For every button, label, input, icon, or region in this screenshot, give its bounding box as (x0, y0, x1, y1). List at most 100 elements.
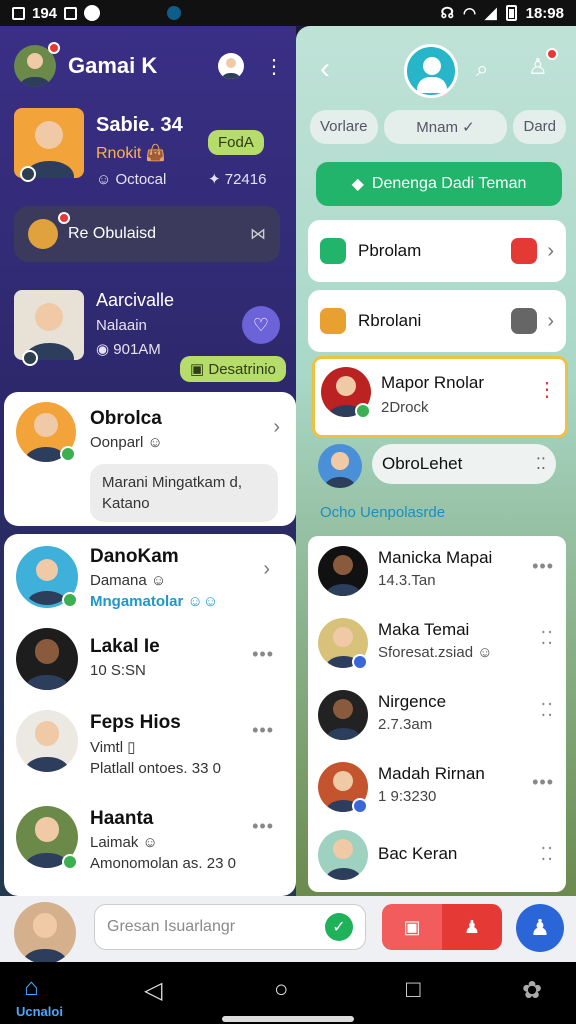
more-horizontal-icon[interactable]: ••• (252, 644, 274, 665)
profile-button[interactable]: ♟ (516, 904, 564, 952)
home-label: Ucnaloi (16, 1004, 63, 1019)
chat-card-1[interactable]: Obrolca Oonparl ☺ › Marani Mingatkam d, … (4, 392, 296, 526)
online-icon (62, 854, 78, 870)
contact-line2: ◉ 901AM (96, 341, 161, 358)
chat-avatar (318, 546, 368, 596)
chevron-right-icon[interactable]: › (547, 310, 554, 333)
list-item[interactable]: Haanta Laimak ☺ Amonomolan as. 23 0 ••• (16, 806, 286, 886)
person-button[interactable]: ♟ (442, 904, 502, 950)
list-item[interactable]: DanoKam Damana ☺ Mngamatolar ☺☺ › (16, 542, 286, 622)
photo-button[interactable]: ▣ (382, 904, 442, 950)
chat-name: Lakal Ie (90, 636, 160, 657)
assistant-icon[interactable]: ✿ (522, 976, 542, 1005)
home-circle-icon[interactable]: ○ (274, 976, 289, 1004)
chat-sub: Laimak ☺ (90, 834, 158, 851)
recents-icon[interactable]: □ (406, 976, 421, 1004)
notification-icon (12, 6, 25, 20)
more-horizontal-icon[interactable]: ⁚⁚ (541, 844, 554, 865)
list-item[interactable]: Manicka Mapai 14.3.Tan ••• (318, 542, 558, 604)
coin-icon: ◉ (96, 341, 110, 358)
chat-avatar (318, 444, 362, 488)
more-horizontal-icon[interactable]: ••• (532, 556, 554, 577)
chat-action-icon[interactable]: ♡ (242, 306, 280, 344)
action-buttons: ▣ ♟ (382, 904, 502, 950)
chat-avatar (318, 690, 368, 740)
tab-mnam[interactable]: Mnam ✓ (383, 110, 508, 144)
list-item[interactable]: Maka Temai Sforesat.zsiad ☺ ⁚⁚ (318, 614, 558, 676)
chevron-right-icon[interactable]: › (273, 416, 280, 439)
online-icon (60, 446, 76, 462)
composer-bar: Gresan Isuarlangr ✓ ▣ ♟ ♟ (0, 896, 576, 964)
list-item[interactable]: Bac Keran ⁚⁚ (318, 830, 558, 886)
list-item[interactable]: Feps Hios Vimtl ▯ Platlall ontoes. 33 0 … (16, 710, 286, 790)
more-vertical-icon[interactable]: ⋮ (264, 54, 284, 79)
add-user-icon[interactable]: ♙ (528, 54, 548, 80)
gesture-pill (222, 1016, 354, 1022)
list-item[interactable]: Nirgence 2.7.3am ⁚⁚ (318, 686, 558, 748)
list-item[interactable]: Madah Rirnan 1 9:3230 ••• (318, 758, 558, 820)
tab-vorlare[interactable]: Vorlare (310, 110, 378, 144)
chevron-left-icon[interactable]: ‹ (320, 52, 330, 86)
online-icon (62, 592, 78, 608)
self-avatar[interactable] (14, 902, 76, 964)
more-horizontal-icon[interactable]: ••• (252, 816, 274, 837)
contact-photo[interactable] (14, 290, 84, 360)
badge-icon (546, 48, 558, 60)
alarm-icon (511, 238, 538, 264)
notice-badge-icon (58, 212, 70, 224)
contact-name: Aarcivalle (96, 290, 175, 310)
contact-list: Manicka Mapai 14.3.Tan ••• Maka Temai Sf… (308, 536, 566, 892)
chat-name: DanoKam (90, 546, 179, 567)
list-item[interactable]: Lakal Ie 10 S:SN ••• (16, 628, 286, 700)
chat-name: Mapor Rnolar (381, 373, 484, 392)
more-horizontal-icon[interactable]: ••• (532, 772, 554, 793)
battery-icon (505, 5, 517, 21)
card-rbrolani[interactable]: Rbrolani › (308, 290, 566, 352)
online-icon (355, 403, 371, 419)
chat-sub: Damana ☺ (90, 572, 167, 589)
chevron-right-icon[interactable]: › (547, 240, 554, 263)
home-icon[interactable]: ⌂ (24, 974, 39, 1002)
vibrate-icon: ☊ (440, 5, 454, 22)
contact-avatar[interactable] (404, 44, 458, 98)
profile-name: Sabie. 34 (96, 114, 183, 136)
contact-chip[interactable]: ▣ Desatrinio (180, 356, 286, 382)
more-vertical-icon[interactable]: ⋮ (537, 377, 557, 402)
app-title: Gamai K (68, 53, 158, 78)
more-horizontal-icon[interactable]: ••• (252, 720, 274, 741)
close-icon[interactable]: ⋈ (250, 224, 266, 244)
profile-stat: ✦ 72416 (208, 171, 267, 188)
more-horizontal-icon[interactable]: ⁚⁚ (541, 628, 554, 649)
check-circle-icon[interactable]: ✓ (325, 913, 353, 941)
chat-pill[interactable]: ObroLehet ⁚⁚ (372, 444, 556, 484)
notice-text: Re Obulaisd (68, 225, 157, 242)
status-icon (22, 350, 38, 366)
highlighted-chat[interactable]: Mapor Rnolar 2Drock ⋮ (312, 356, 568, 438)
wifi-icon: ◠ (462, 5, 477, 22)
more-horizontal-icon[interactable]: ⁚⁚ (536, 454, 546, 474)
tab-dard[interactable]: Dard (513, 110, 566, 144)
status-time-left: 194 (32, 4, 58, 22)
profile-line1: Rnokit 👜 (96, 145, 166, 162)
chat-square-icon (320, 238, 346, 264)
status-icon (352, 654, 368, 670)
person-icon: ♟ (463, 916, 481, 937)
card-pbrolam[interactable]: Pbrolam › (308, 220, 566, 282)
search-icon[interactable]: ⌕ (476, 56, 488, 82)
message-input[interactable]: Gresan Isuarlangr ✓ (94, 904, 366, 950)
notice-banner[interactable]: Re Obulaisd ⋈ (14, 206, 280, 262)
person-icon: ♟ (530, 915, 550, 940)
profile-chip[interactable]: FodA (208, 130, 264, 155)
left-panel: Gamai K ⋮ Sabie. 34 Rnokit 👜 ☺ Octocal F… (0, 26, 296, 896)
sparkle-icon: ✦ (208, 171, 221, 188)
more-horizontal-icon[interactable]: ⁚⁚ (541, 700, 554, 721)
profile-icon[interactable] (218, 53, 244, 79)
profile-info: Sabie. 34 Rnokit 👜 ☺ Octocal (96, 114, 183, 188)
tab-bar: Vorlare Mnam ✓ Dard (310, 110, 566, 144)
add-friend-button[interactable]: ◆ Denenga Dadi Teman (316, 162, 562, 206)
left-header: Gamai K ⋮ (14, 42, 284, 88)
chevron-right-icon[interactable]: › (263, 558, 270, 581)
back-icon[interactable]: ◁ (144, 976, 162, 1005)
status-time-right: 18:98 (525, 4, 564, 22)
gift-icon: ▣ (190, 361, 205, 378)
